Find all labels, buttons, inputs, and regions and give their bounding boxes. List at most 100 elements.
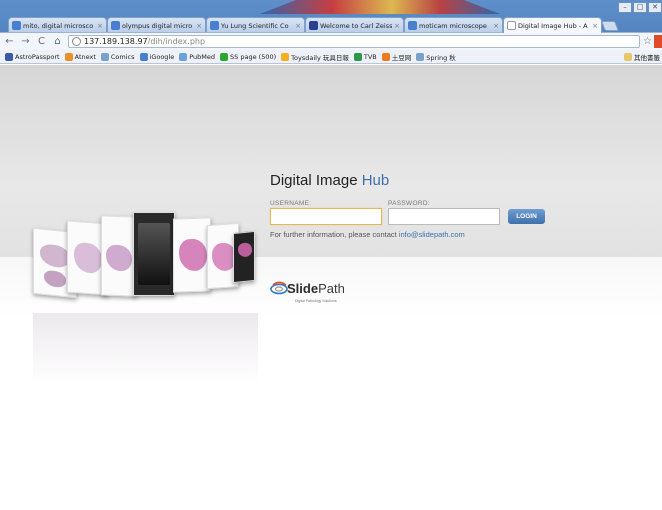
slide-image — [233, 230, 255, 284]
folder-icon — [624, 52, 632, 61]
slide-stack-image — [33, 210, 258, 310]
bookmark-favicon-icon — [281, 52, 290, 61]
bookmark-label: PubMed — [189, 52, 216, 61]
tab-label: mito, digital microsco — [23, 21, 94, 30]
new-tab-button[interactable] — [601, 21, 619, 31]
tab-label: Yu Lung Scientific Co — [221, 21, 289, 30]
bookmark-item[interactable]: Comics — [100, 52, 135, 61]
username-input[interactable] — [270, 208, 382, 225]
bookmark-item[interactable]: TVB — [353, 52, 377, 61]
logo-rest: Path — [318, 281, 345, 296]
tab-close-icon[interactable]: × — [493, 22, 499, 30]
bookmark-item[interactable]: Toysdaily 玩具日報 — [281, 52, 349, 62]
forward-icon[interactable]: → — [19, 36, 32, 47]
window-controls: – □ ✕ — [617, 2, 662, 13]
tab-favicon-icon — [111, 21, 120, 30]
site-info-icon[interactable] — [72, 37, 81, 46]
tab-close-icon[interactable]: × — [97, 22, 103, 30]
slide-image — [133, 212, 175, 296]
bookmarks-bar: AstroPassport Atnext Comics iGoogle PubMed SS… — [0, 50, 662, 64]
slide-image — [101, 215, 137, 297]
page-title: Digital Image Hub — [270, 172, 389, 189]
bookmark-item[interactable]: 土豆网 — [381, 52, 412, 62]
back-icon[interactable]: ← — [3, 36, 16, 47]
navigation-toolbar: ← → C ⌂ 137.189.138.97 /dih/index.php ☆ — [0, 32, 662, 50]
bookmark-item[interactable]: PubMed — [179, 52, 216, 61]
bookmark-favicon-icon — [5, 52, 13, 61]
slidepath-logo: SlidePath Digital Pathology Solutions — [270, 277, 360, 307]
bookmark-label: AstroPassport — [15, 52, 60, 61]
other-bookmarks-label: 其他書籤 — [634, 53, 660, 62]
tab-favicon-icon — [507, 21, 516, 30]
bookmark-label: TVB — [363, 52, 377, 61]
password-input[interactable] — [388, 208, 500, 225]
bookmark-item[interactable]: AstroPassport — [5, 52, 60, 61]
other-bookmarks[interactable]: 其他書籤 — [624, 52, 660, 62]
tab-close-icon[interactable]: × — [196, 22, 202, 30]
bookmark-label: 土豆网 — [391, 53, 412, 62]
login-button[interactable]: LOGIN — [508, 209, 545, 224]
tab-label: olympus digital micro — [122, 21, 193, 30]
tab-close-icon[interactable]: × — [592, 22, 598, 30]
minimize-button[interactable]: – — [618, 2, 632, 13]
tab-favicon-icon — [210, 21, 219, 30]
slidepath-logo-icon — [270, 281, 288, 295]
home-icon[interactable]: ⌂ — [51, 36, 64, 47]
browser-chrome: mito, digital microsco × olympus digital m… — [0, 0, 662, 64]
browser-tab[interactable]: Digital Image Hub - A × — [503, 17, 602, 33]
tab-label: moticam microscope — [419, 21, 487, 30]
slide-reflection — [33, 313, 258, 383]
contact-email-link[interactable]: info@slidepath.com — [399, 230, 465, 239]
bookmark-favicon-icon — [179, 52, 188, 61]
tab-strip: mito, digital microsco × olympus digital m… — [0, 0, 662, 33]
address-bar[interactable]: 137.189.138.97 /dih/index.php — [68, 35, 640, 48]
bookmark-label: Spring 秋 — [426, 53, 456, 62]
tab-close-icon[interactable]: × — [394, 22, 400, 30]
calendar-extension-icon[interactable] — [654, 35, 662, 48]
logo-tagline: Digital Pathology Solutions — [295, 299, 337, 303]
logo-wordmark: SlidePath — [287, 281, 345, 296]
reload-icon[interactable]: C — [35, 36, 48, 47]
contact-info: For further information, please contact … — [270, 230, 465, 239]
contact-text: For further information, please contact — [270, 230, 399, 239]
tab-label: Welcome to Carl Zeiss — [320, 21, 393, 30]
bookmark-star-icon[interactable]: ☆ — [643, 36, 652, 47]
tab-favicon-icon — [12, 21, 21, 30]
tab-close-icon[interactable]: × — [295, 22, 301, 30]
slide-image — [173, 217, 211, 293]
bookmark-item[interactable]: Spring 秋 — [416, 52, 456, 62]
bookmark-label: Toysdaily 玩具日報 — [291, 53, 349, 62]
bookmark-label: SS page (500) — [230, 52, 277, 61]
close-window-button[interactable]: ✕ — [648, 2, 662, 13]
bookmark-favicon-icon — [416, 52, 425, 61]
tab-favicon-icon — [408, 21, 417, 30]
browser-tab[interactable]: Welcome to Carl Zeiss × — [305, 17, 404, 33]
bookmark-item[interactable]: iGoogle — [139, 52, 175, 61]
browser-tab[interactable]: Yu Lung Scientific Co × — [206, 17, 305, 33]
bookmark-favicon-icon — [353, 52, 362, 61]
username-label: USERNAME: — [270, 200, 312, 207]
address-path: /dih/index.php — [147, 37, 206, 46]
login-page: Digital Image Hub USERNAME: PASSWORD: LO… — [0, 65, 662, 510]
bookmark-item[interactable]: Atnext — [64, 52, 96, 61]
browser-tab[interactable]: olympus digital micro × — [107, 17, 206, 33]
bookmark-item[interactable]: SS page (500) — [220, 52, 277, 61]
address-host: 137.189.138.97 — [84, 37, 148, 46]
bookmark-favicon-icon — [139, 52, 148, 61]
bookmark-label: Atnext — [74, 52, 96, 61]
bookmark-favicon-icon — [100, 52, 109, 61]
browser-tab[interactable]: mito, digital microsco × — [8, 17, 107, 33]
password-label: PASSWORD: — [388, 200, 430, 207]
tab-label: Digital Image Hub - A — [518, 21, 588, 30]
tab-favicon-icon — [309, 21, 318, 30]
bookmark-favicon-icon — [64, 52, 73, 61]
bookmark-favicon-icon — [220, 52, 229, 61]
bookmark-label: Comics — [110, 52, 135, 61]
title-main: Digital Image — [270, 172, 362, 189]
title-accent: Hub — [361, 172, 390, 189]
maximize-button[interactable]: □ — [633, 2, 647, 13]
browser-tab[interactable]: moticam microscope × — [404, 17, 503, 33]
bookmark-favicon-icon — [381, 52, 390, 61]
theme-decoration — [260, 0, 500, 14]
bookmark-label: iGoogle — [149, 52, 175, 61]
